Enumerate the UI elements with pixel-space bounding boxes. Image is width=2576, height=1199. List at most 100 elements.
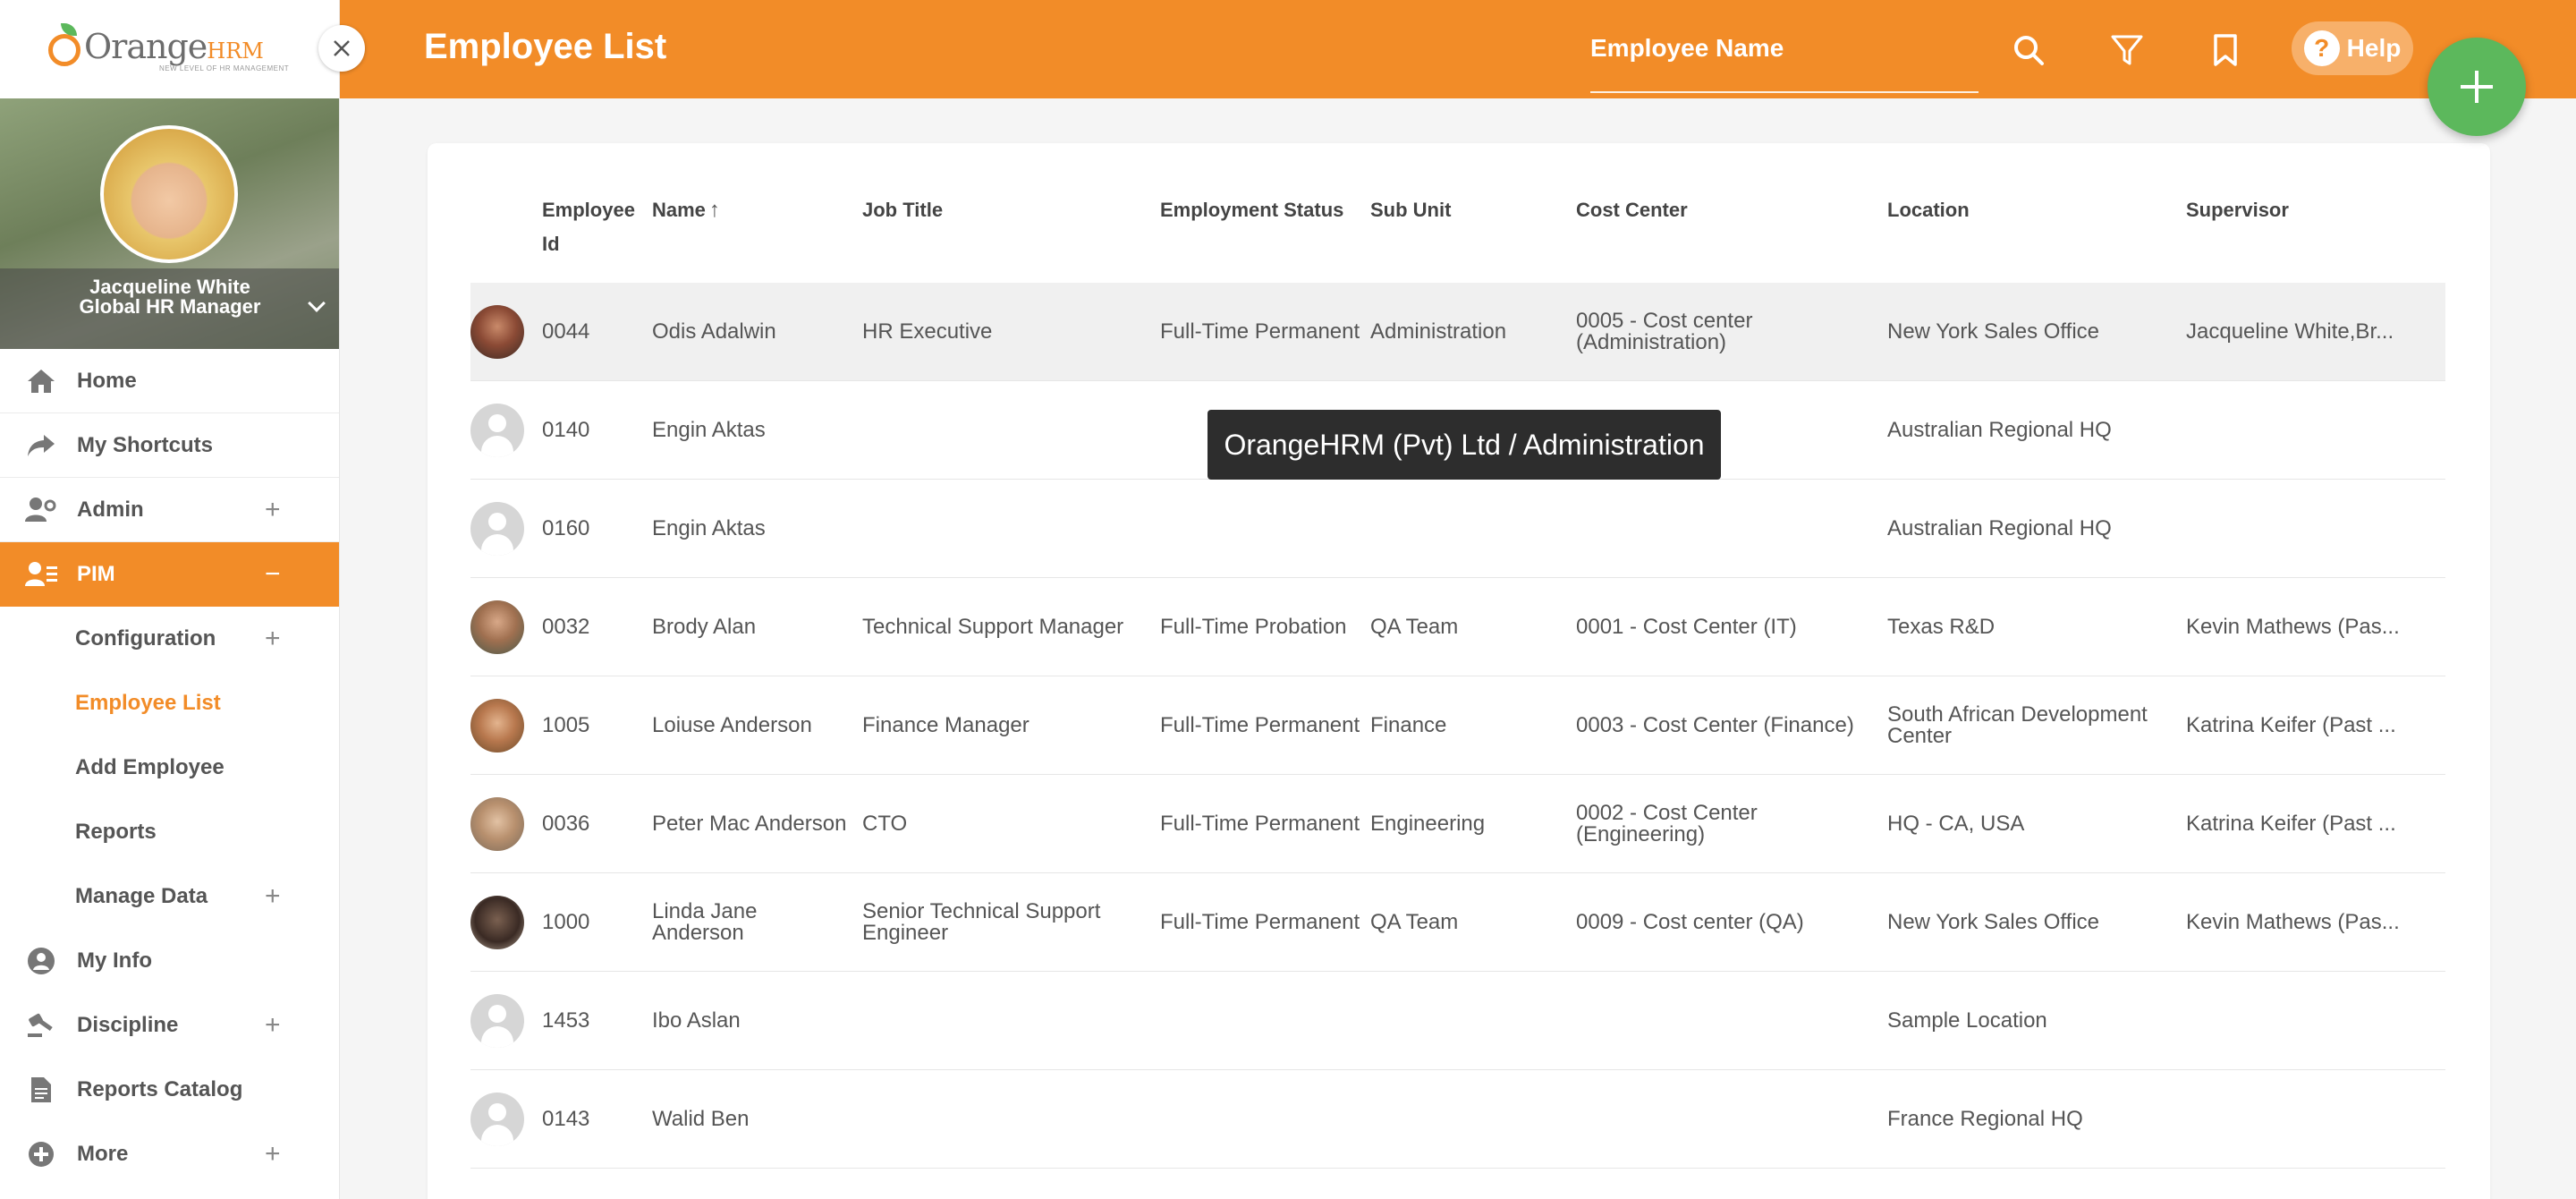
nav-sub-add-employee[interactable]: Add Employee — [0, 736, 339, 800]
document-icon — [25, 1076, 57, 1104]
search-icon[interactable] — [2009, 30, 2048, 70]
cell-subunit — [1370, 1070, 1567, 1169]
cell-cost — [1576, 972, 1880, 1070]
column-header-sub-unit[interactable]: Sub Unit — [1370, 193, 1451, 227]
nav-label: Reports Catalog — [77, 1077, 243, 1101]
expand-plus-icon[interactable]: + — [265, 881, 281, 912]
nav-pim[interactable]: PIM − — [0, 542, 339, 607]
cell-job: Finance Manager — [862, 713, 1030, 737]
cell-cost: 0009 - Cost center (QA) — [1576, 910, 1804, 934]
cell-location: Australian Regional HQ — [1887, 418, 2112, 442]
table-row[interactable]: 0160 Engin Aktas Australian Regional HQ — [470, 480, 2445, 578]
column-header-supervisor[interactable]: Supervisor — [2186, 193, 2289, 227]
discipline-icon — [25, 1011, 57, 1040]
nav-my-shortcuts[interactable]: My Shortcuts — [0, 413, 339, 478]
nav-my-info[interactable]: My Info — [0, 929, 339, 993]
table-row[interactable]: 0036 Peter Mac Anderson CTO Full-Time Perma… — [470, 775, 2445, 873]
default-avatar-icon — [470, 404, 524, 457]
nav-sub-reports[interactable]: Reports — [0, 800, 339, 864]
table-row[interactable]: 0143 Walid Ben France Regional HQ — [470, 1070, 2445, 1169]
bookmark-icon[interactable] — [2206, 30, 2245, 70]
filter-icon[interactable] — [2107, 30, 2147, 70]
user-circle-icon — [25, 947, 57, 975]
cell-status: Full-Time Permanent — [1160, 319, 1360, 344]
cell-supervisor — [2186, 972, 2419, 1070]
cell-job — [862, 972, 1148, 1070]
cell-supervisor: Katrina Keifer (Past ... — [2186, 713, 2396, 737]
expand-plus-icon[interactable]: + — [265, 1139, 281, 1169]
cell-status — [1160, 972, 1366, 1070]
cell-location: Sample Location — [1887, 1008, 2047, 1033]
user-role: Global HR Manager — [79, 295, 261, 318]
sort-ascending-icon[interactable]: ↑ — [709, 198, 720, 222]
column-header-location[interactable]: Location — [1887, 193, 1970, 227]
expand-plus-icon[interactable]: + — [265, 495, 281, 525]
nav-reports-catalog[interactable]: Reports Catalog — [0, 1058, 339, 1122]
employee-photo — [470, 600, 524, 654]
cell-name: Brody Alan — [652, 615, 757, 639]
cell-supervisor — [2186, 381, 2419, 480]
nav-sub-configuration[interactable]: Configuration + — [0, 607, 339, 671]
cell-job — [862, 381, 1148, 480]
help-button[interactable]: ? Help — [2292, 21, 2413, 75]
employee-name-search — [1590, 21, 1979, 93]
cell-id: 0140 — [542, 418, 590, 442]
expand-plus-icon[interactable]: + — [265, 624, 281, 654]
cell-job: Technical Support Manager — [862, 615, 1124, 639]
nav-sub-employee-list[interactable]: Employee List — [0, 671, 339, 736]
admin-icon — [25, 496, 57, 524]
cell-job — [862, 480, 1148, 578]
cell-id: 0143 — [542, 1107, 590, 1131]
nav-admin[interactable]: Admin + — [0, 478, 339, 542]
cell-name: Walid Ben — [652, 1107, 750, 1131]
cell-name: Engin Aktas — [652, 516, 766, 540]
nav-label: Reports — [75, 820, 157, 844]
cell-location: HQ - CA, USA — [1887, 812, 2025, 836]
cell-status: Full-Time Permanent — [1160, 812, 1360, 836]
cell-name: Engin Aktas — [652, 418, 766, 442]
nav-label: Discipline — [77, 1013, 179, 1037]
column-header-cost-center[interactable]: Cost Center — [1576, 193, 1688, 227]
column-header-name[interactable]: Name ↑ — [652, 193, 720, 227]
cell-cost: 0005 - Cost center (Administration) — [1576, 309, 1753, 354]
nav-discipline[interactable]: Discipline + — [0, 993, 339, 1058]
nav-home[interactable]: Home — [0, 349, 339, 413]
table-row[interactable]: 0044 Odis Adalwin HR Executive Full-Time Pe… — [470, 283, 2445, 381]
cell-subunit: Administration — [1370, 319, 1507, 344]
cell-job: CTO — [862, 812, 908, 836]
column-header-job-title[interactable]: Job Title — [862, 193, 943, 227]
nav-label: My Info — [77, 948, 152, 973]
cell-job: Senior Technical Support Engineer — [862, 899, 1101, 945]
cell-location: New York Sales Office — [1887, 910, 2100, 934]
cell-location: Australian Regional HQ — [1887, 516, 2112, 540]
cell-name: Ibo Aslan — [652, 1008, 741, 1033]
add-employee-fab[interactable] — [2428, 38, 2526, 136]
close-sidebar-button[interactable] — [318, 25, 365, 72]
table-row[interactable]: 1453 Ibo Aslan Sample Location — [470, 972, 2445, 1070]
cell-job: HR Executive — [862, 319, 993, 344]
user-profile-panel[interactable]: Jacqueline White Global HR Manager — [0, 98, 339, 349]
column-header-employment-status[interactable]: Employment Status — [1160, 193, 1343, 227]
employee-photo — [470, 797, 524, 851]
cell-supervisor: Katrina Keifer (Past ... — [2186, 812, 2396, 836]
cell-id: 0036 — [542, 812, 590, 836]
logo-mark-icon — [47, 21, 82, 68]
cell-status: Full-Time Permanent — [1160, 910, 1360, 934]
nav-more[interactable]: More + — [0, 1122, 339, 1186]
default-avatar-icon — [470, 502, 524, 556]
table-row[interactable]: 1000 Linda Jane Anderson Senior Technical … — [470, 873, 2445, 972]
employee-photo — [470, 699, 524, 753]
cell-location: France Regional HQ — [1887, 1107, 2083, 1131]
table-row[interactable]: 0032 Brody Alan Technical Support Manager F… — [470, 578, 2445, 676]
nav-label: Manage Data — [75, 884, 208, 908]
expand-plus-icon[interactable]: + — [265, 1010, 281, 1041]
employee-name-input[interactable] — [1590, 21, 1979, 75]
table-row[interactable]: 1005 Loiuse Anderson Finance Manager Full-T… — [470, 676, 2445, 775]
column-header-employee-id[interactable]: Employee Id — [542, 193, 635, 261]
cell-cost: 0001 - Cost Center (IT) — [1576, 615, 1797, 639]
orangehrm-logo[interactable]: OrangeHRM — [47, 21, 264, 71]
main-nav: Home My Shortcuts Admin + PIM − Configur… — [0, 349, 339, 1186]
cell-cost — [1576, 480, 1880, 578]
collapse-minus-icon[interactable]: − — [265, 559, 281, 590]
nav-sub-manage-data[interactable]: Manage Data + — [0, 864, 339, 929]
